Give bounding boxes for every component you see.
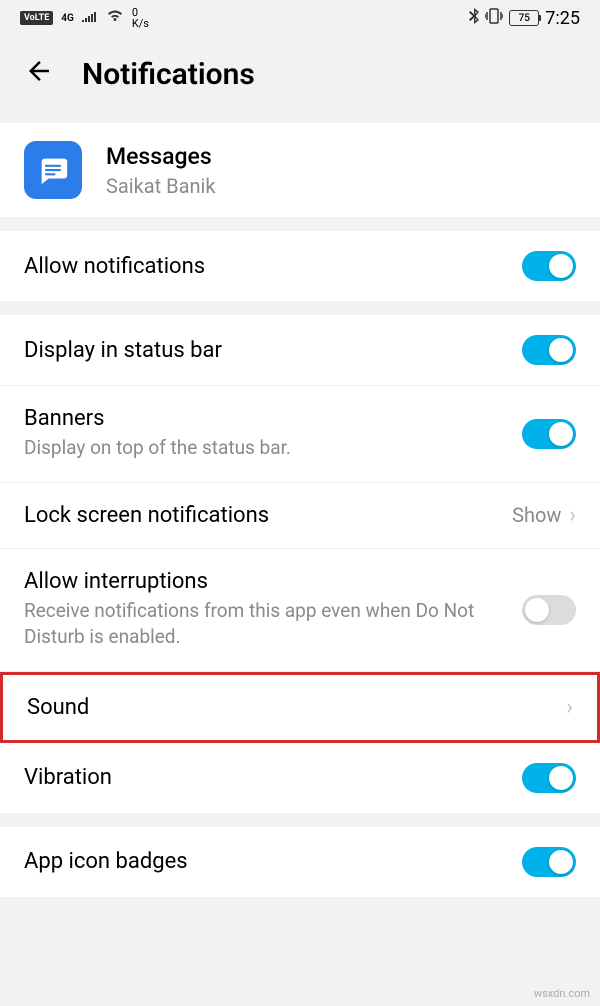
chevron-right-icon: ›	[566, 695, 573, 720]
vibration-toggle[interactable]	[522, 763, 576, 793]
wifi-icon	[106, 9, 124, 27]
lock-screen-label: Lock screen notifications	[24, 503, 512, 528]
app-icon-badges-toggle[interactable]	[522, 847, 576, 877]
allow-notifications-label: Allow notifications	[24, 254, 522, 279]
lock-screen-value: Show	[512, 503, 561, 527]
status-bar: VoLTE 4G 0 K/s 75 7:25	[0, 0, 600, 36]
app-icon-badges-label: App icon badges	[24, 849, 522, 874]
allow-interruptions-row[interactable]: Allow interruptions Receive notification…	[0, 549, 600, 672]
app-subtitle: Saikat Banik	[106, 174, 216, 198]
display-status-bar-toggle[interactable]	[522, 335, 576, 365]
sound-row[interactable]: Sound ›	[0, 672, 600, 743]
allow-interruptions-desc: Receive notifications from this app even…	[24, 598, 522, 651]
sound-label: Sound	[27, 695, 566, 720]
display-status-bar-label: Display in status bar	[24, 338, 522, 363]
app-info-text: Messages Saikat Banik	[106, 143, 216, 198]
battery-icon: 75	[509, 10, 539, 26]
chevron-right-icon: ›	[569, 503, 576, 528]
vibrate-icon	[485, 8, 503, 28]
allow-interruptions-label: Allow interruptions	[24, 569, 522, 594]
vibration-row[interactable]: Vibration	[0, 743, 600, 813]
network-speed: 0 K/s	[132, 7, 149, 29]
bluetooth-icon	[469, 8, 479, 28]
banners-row[interactable]: Banners Display on top of the status bar…	[0, 386, 600, 483]
clock: 7:25	[545, 8, 580, 29]
volte-indicator: VoLTE	[20, 11, 53, 25]
network-gen: 4G	[61, 13, 74, 24]
status-right: 75 7:25	[469, 8, 580, 29]
watermark: wsxdn.com	[534, 987, 590, 1000]
allow-notifications-toggle[interactable]	[522, 251, 576, 281]
allow-notifications-row[interactable]: Allow notifications	[0, 231, 600, 301]
signal-icon	[82, 10, 98, 26]
app-icon-badges-row[interactable]: App icon badges	[0, 827, 600, 897]
vibration-label: Vibration	[24, 765, 522, 790]
app-name: Messages	[106, 143, 216, 170]
back-arrow-icon[interactable]	[24, 56, 54, 93]
header: Notifications	[0, 36, 600, 123]
app-info-section: Messages Saikat Banik	[0, 123, 600, 217]
banners-toggle[interactable]	[522, 419, 576, 449]
allow-interruptions-toggle[interactable]	[522, 595, 576, 625]
lock-screen-row[interactable]: Lock screen notifications Show ›	[0, 483, 600, 549]
messages-app-icon	[24, 141, 82, 199]
page-title: Notifications	[82, 57, 255, 92]
display-status-bar-row[interactable]: Display in status bar	[0, 315, 600, 386]
status-left: VoLTE 4G 0 K/s	[20, 7, 149, 29]
banners-desc: Display on top of the status bar.	[24, 435, 522, 462]
banners-label: Banners	[24, 406, 522, 431]
